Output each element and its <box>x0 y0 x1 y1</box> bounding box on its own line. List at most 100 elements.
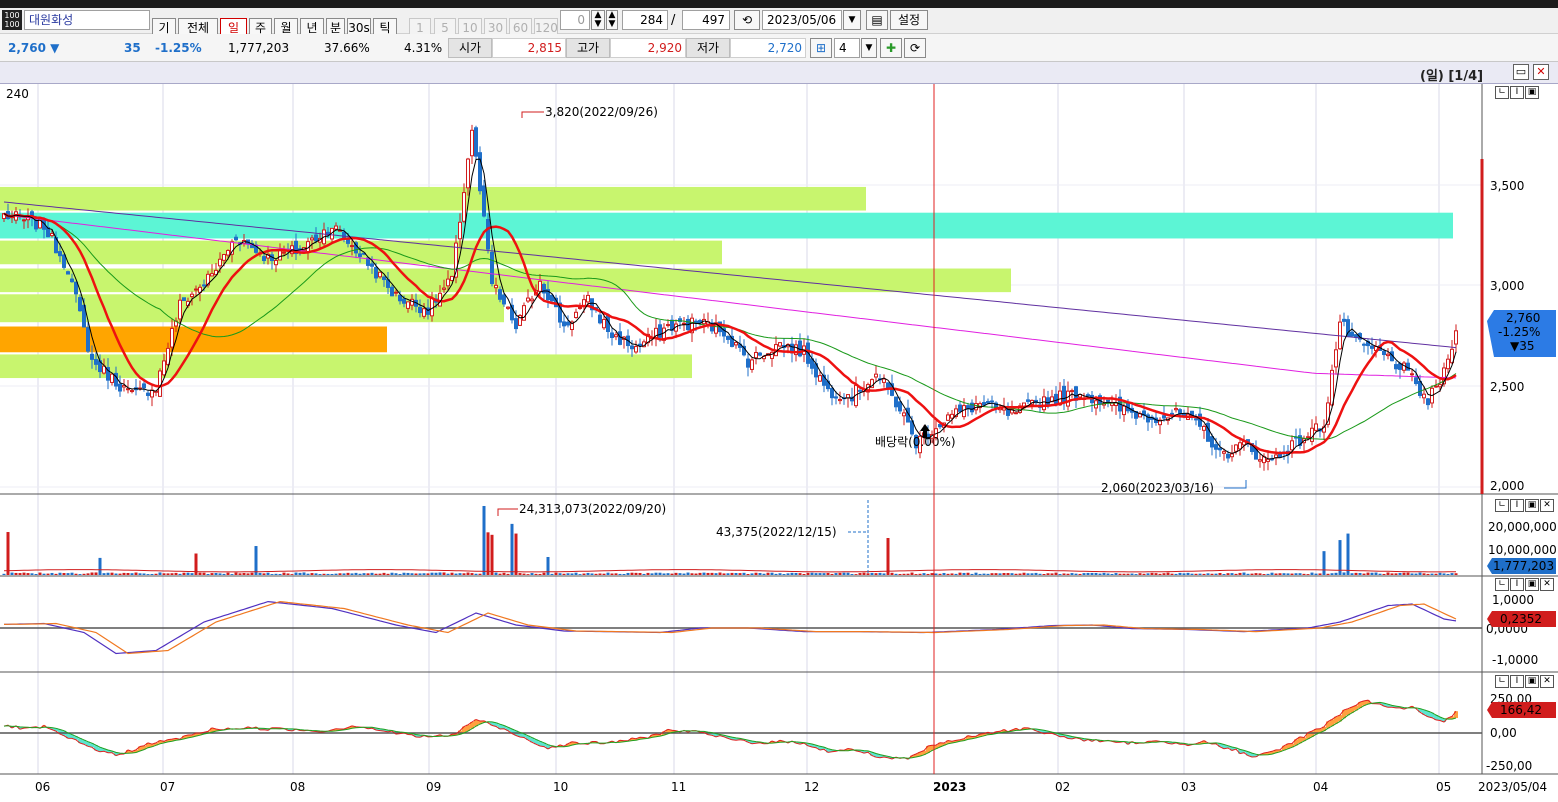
volume-bar <box>682 573 686 575</box>
volume-bar <box>198 572 202 575</box>
candle-body <box>314 234 318 242</box>
volume-bar <box>190 573 194 575</box>
volume-bar <box>558 573 562 575</box>
refresh-icon[interactable]: ⟳ <box>904 38 926 58</box>
volume-bar <box>38 572 42 575</box>
volume-bar <box>1346 533 1350 575</box>
volume-bar <box>1082 573 1086 575</box>
volume-bar <box>742 572 746 575</box>
close-pane-icon[interactable]: ✕ <box>1540 675 1554 688</box>
volume-bar <box>50 572 54 575</box>
volume-bar <box>442 572 446 575</box>
volume-bar <box>654 572 658 575</box>
volume-bar <box>674 572 678 575</box>
date-field[interactable]: 2023/05/06 <box>762 10 842 30</box>
volume-bar <box>426 573 430 575</box>
volume-bar <box>354 572 358 575</box>
maximize-pane-icon[interactable]: ▣ <box>1525 578 1539 591</box>
candle-body <box>1394 364 1398 370</box>
volume-bar <box>286 573 290 575</box>
volume-bar <box>590 573 594 575</box>
layout-count-field[interactable]: 4 <box>834 38 860 58</box>
settings-button[interactable]: 설정 <box>890 10 928 30</box>
volume-bar <box>1014 573 1018 575</box>
close-pane-icon[interactable]: ✕ <box>1540 499 1554 512</box>
volume-bar <box>1114 573 1118 575</box>
price-change-rate: -1.25% <box>155 41 202 55</box>
visible-count-field[interactable]: 284 <box>622 10 668 30</box>
maximize-pane-icon[interactable]: ▣ <box>1525 675 1539 688</box>
volume-bar <box>550 573 554 575</box>
minimize-pane-icon[interactable]: ㄴ <box>1495 499 1509 512</box>
macd-pane-controls: ㄴ Ⅰ ▣ ✕ <box>1494 578 1554 591</box>
interval-field[interactable]: 0 <box>560 10 590 30</box>
minimize-pane-icon[interactable]: ㄴ <box>1495 578 1509 591</box>
volume-bar <box>130 573 134 575</box>
volume-bar <box>242 572 246 575</box>
volume-bar <box>554 572 558 575</box>
volume-bar <box>446 573 450 575</box>
minimize-pane-icon[interactable]: ㄴ <box>1495 86 1509 99</box>
volume-bar <box>1086 572 1090 575</box>
save-icon[interactable]: ▤ <box>866 10 888 30</box>
candle-body <box>882 378 886 383</box>
volume-bar <box>458 573 462 575</box>
split-pane-icon[interactable]: Ⅰ <box>1510 499 1524 512</box>
volume-bar <box>186 572 190 575</box>
maximize-pane-icon[interactable]: ▣ <box>1525 86 1539 99</box>
candle-body <box>1418 380 1422 396</box>
candle-body <box>1290 440 1294 451</box>
volume-bar <box>410 573 414 575</box>
volume-bar <box>618 573 622 575</box>
layout-dropdown-icon[interactable]: ▼ <box>861 38 877 58</box>
open-value: 2,815 <box>492 38 566 58</box>
volume-ratio: 37.66% <box>324 41 370 55</box>
candle-body <box>598 314 602 324</box>
date-label: 12 <box>804 780 819 794</box>
split-pane-icon[interactable]: Ⅰ <box>1510 86 1524 99</box>
volume-bar <box>1170 573 1174 575</box>
stock-name-field[interactable]: 대원화성 <box>24 10 150 30</box>
volume-bar <box>658 572 662 575</box>
candle-body <box>218 258 222 267</box>
candle-body <box>1454 330 1458 345</box>
candle-body <box>834 396 838 399</box>
volume-bar <box>46 573 50 575</box>
stock-code-icon[interactable]: 100 100 <box>2 10 22 30</box>
close-pane-icon[interactable]: ✕ <box>1540 578 1554 591</box>
candle-body <box>1146 414 1150 423</box>
split-pane-icon[interactable]: Ⅰ <box>1510 578 1524 591</box>
add-indicator-icon[interactable]: ✚ <box>880 38 902 58</box>
volume-bar <box>794 572 798 575</box>
volume-bar <box>1198 573 1202 575</box>
total-count-field[interactable]: 497 <box>682 10 730 30</box>
volume-bar <box>1098 573 1102 575</box>
maximize-pane-icon[interactable]: ▣ <box>1525 499 1539 512</box>
date-dropdown-icon[interactable]: ▼ <box>843 10 861 30</box>
candle-body <box>506 306 510 309</box>
volume-bar <box>206 574 210 575</box>
close-window-icon[interactable]: ✕ <box>1533 64 1549 80</box>
candle-body <box>394 291 398 294</box>
volume-bar <box>202 572 206 575</box>
minimize-pane-icon[interactable]: ㄴ <box>1495 675 1509 688</box>
volume-bar <box>422 573 426 575</box>
restore-window-icon[interactable]: ▭ <box>1513 64 1529 80</box>
interval-spin-icon-2[interactable]: ▲ ▼ <box>606 10 618 30</box>
date-refresh-icon[interactable]: ⟲ <box>734 10 760 30</box>
volume-bar <box>778 573 782 575</box>
split-pane-icon[interactable]: Ⅰ <box>1510 675 1524 688</box>
trade-volume: 1,777,203 <box>228 41 290 55</box>
layout-grid-icon[interactable]: ⊞ <box>810 38 832 58</box>
volume-bar <box>1306 574 1310 575</box>
volume-bar <box>82 573 86 575</box>
osc-pane-controls: ㄴ Ⅰ ▣ ✕ <box>1494 675 1554 688</box>
interval-spin-icon[interactable]: ▲ ▼ <box>591 10 605 30</box>
volume-bar <box>1210 573 1214 575</box>
stock-chart[interactable]: 240 3,500 3,000 2,500 2,000 2,760 -1.25%… <box>0 84 1558 802</box>
end-date-label: 2023/05/04 <box>1478 780 1547 794</box>
volume-bar <box>1162 573 1166 575</box>
volume-bar <box>326 573 330 575</box>
volume-bar <box>1050 573 1054 575</box>
volume-bar <box>630 572 634 575</box>
